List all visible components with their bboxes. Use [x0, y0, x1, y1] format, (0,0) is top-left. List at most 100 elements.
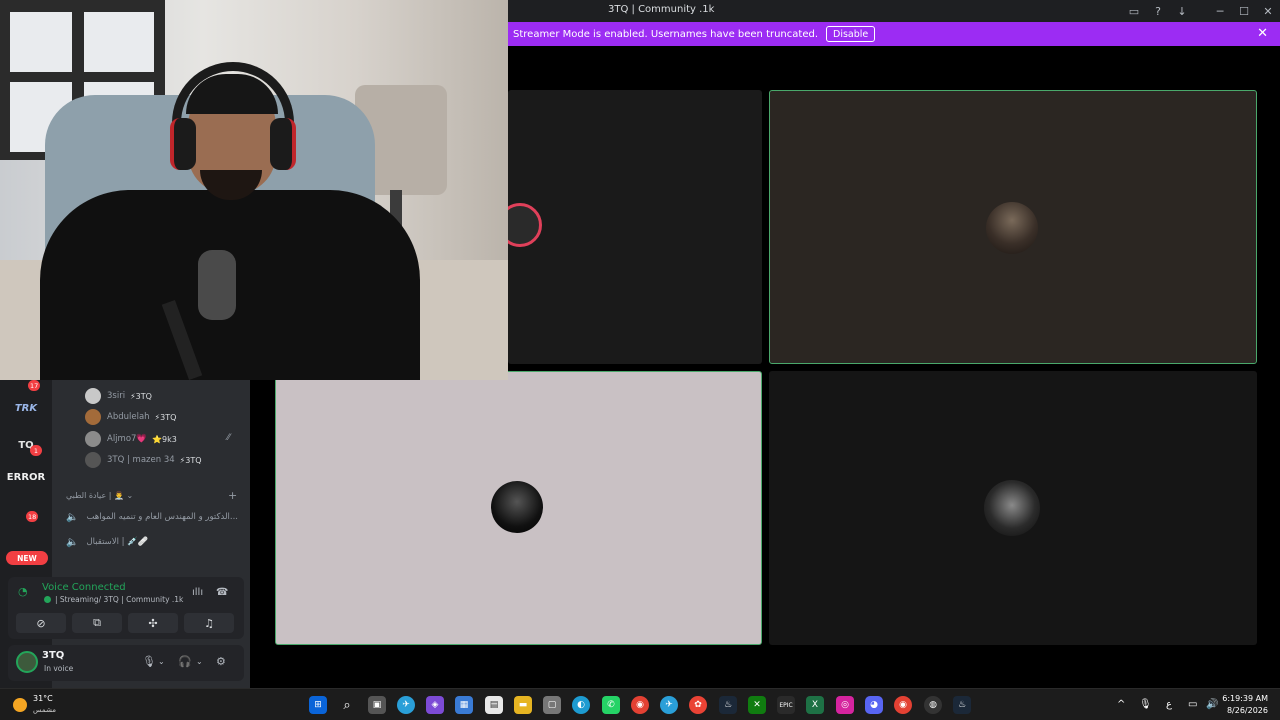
webcam-microphone — [198, 250, 236, 320]
weather-condition: مشمس — [33, 706, 56, 714]
voice-member[interactable]: Abdulelah ⚡3TQ — [85, 409, 176, 425]
camera-off-button[interactable]: ⊘ — [16, 613, 66, 633]
title-bar: 3TQ | Community .1k ▭ ? ↓ ─ ☐ ✕ — [508, 0, 1280, 22]
tray-chevron-up-icon[interactable]: ^ — [1117, 699, 1125, 710]
activities-button[interactable]: ✣ — [128, 613, 178, 633]
maximize-icon[interactable]: ☐ — [1232, 0, 1256, 22]
guild-item-trk[interactable]: TRK — [6, 396, 46, 420]
clock-time: 6:19:39 AM — [1222, 694, 1268, 703]
stream-tile-2[interactable] — [769, 90, 1257, 364]
discord-icon[interactable]: ◕ — [865, 696, 883, 714]
new-badge[interactable]: NEW — [6, 551, 48, 565]
headphones-icon[interactable]: 🎧 — [178, 655, 192, 668]
inbox-icon[interactable]: ▭ — [1122, 0, 1146, 22]
avatar — [85, 388, 101, 404]
gear-icon[interactable]: ⚙ — [216, 655, 226, 668]
chevron-down-icon: ⌄ — [126, 491, 134, 500]
task-view-icon[interactable]: ▣ — [368, 696, 386, 714]
steam-icon[interactable]: ♨ — [719, 696, 737, 714]
avatar — [85, 431, 101, 447]
voice-member[interactable]: 3TQ | mazen 34 ⚡3TQ — [85, 452, 202, 468]
document-icon[interactable]: ▤ — [485, 696, 503, 714]
xbox-icon[interactable]: ✕ — [748, 696, 766, 714]
voice-member[interactable]: 3siri ⚡3TQ — [85, 388, 152, 404]
member-name: Abdulelah — [107, 412, 150, 422]
volume-icon[interactable]: 🔊 — [1206, 699, 1218, 710]
start-icon[interactable]: ⊞ — [309, 696, 327, 714]
channel-label: الدكتور و المهندس العام و تنميه المواهب.… — [86, 512, 239, 522]
share-screen-button[interactable]: ⧉ — [72, 613, 122, 633]
guild-badge: 17 — [28, 380, 41, 391]
help-icon[interactable]: ? — [1146, 0, 1170, 22]
guild-item-error[interactable]: ERROR — [6, 465, 46, 489]
user-name[interactable]: 3TQ — [42, 650, 64, 661]
deafened-icon: ⁄⁄ — [227, 433, 231, 443]
add-channel-icon[interactable]: + — [228, 489, 237, 502]
member-tag: ⚡3TQ — [154, 412, 177, 422]
member-name: Aljmo7💗 — [107, 434, 148, 444]
chevron-down-icon[interactable]: ⌄ — [158, 657, 165, 666]
close-icon[interactable]: ✕ — [1256, 0, 1280, 22]
channel-category[interactable]: عيادة الطبي | 👨‍⚕️ ⌄ — [66, 491, 133, 500]
file-explorer-icon[interactable]: ▬ — [514, 696, 532, 714]
participant-avatar — [491, 481, 543, 533]
webcam-window-pane — [10, 12, 72, 72]
user-status: In voice — [44, 664, 74, 673]
voice-channel-1[interactable]: 🔈 الدكتور و المهندس العام و تنميه المواه… — [66, 509, 238, 525]
instagram-icon[interactable]: ◎ — [836, 696, 854, 714]
voice-member[interactable]: Aljmo7💗 ⭐9k3 — [85, 431, 177, 447]
voice-connected-subtitle[interactable]: | Streaming/ 3TQ | Community .1k — [44, 595, 183, 604]
guild-badge: 1 — [30, 445, 42, 456]
disconnect-icon[interactable]: ☎ — [216, 587, 228, 598]
microphone-tray-icon[interactable]: 🎙 — [1139, 699, 1152, 710]
member-name: 3TQ | mazen 34 — [107, 455, 175, 465]
weather-sun-icon[interactable] — [13, 698, 27, 712]
minimize-icon[interactable]: ─ — [1208, 0, 1232, 22]
excel-icon[interactable]: X — [806, 696, 824, 714]
webcam-window-pane — [84, 12, 154, 72]
avatar — [85, 452, 101, 468]
signal-icon[interactable]: ◔ — [18, 585, 28, 598]
obs-icon[interactable]: ◍ — [924, 696, 942, 714]
microphone-icon[interactable]: 🎙 — [142, 655, 156, 668]
chrome-icon[interactable]: ◉ — [894, 696, 912, 714]
epic-games-icon[interactable]: EPIC — [777, 696, 795, 714]
voice-connected-title[interactable]: Voice Connected — [42, 582, 126, 593]
disable-streamer-mode-button[interactable]: Disable — [826, 26, 876, 42]
window-controls: ▭ ? ↓ ─ ☐ ✕ — [1122, 0, 1280, 22]
chevron-down-icon[interactable]: ⌄ — [196, 657, 203, 666]
photos-icon[interactable]: ✿ — [689, 696, 707, 714]
webcam-headphones-right — [270, 118, 296, 170]
avatar — [85, 409, 101, 425]
banner-close-icon[interactable]: ✕ — [1257, 26, 1268, 41]
member-tag: ⭐9k3 — [152, 434, 177, 444]
download-icon[interactable]: ↓ — [1170, 0, 1194, 22]
member-tag: ⚡3TQ — [130, 391, 152, 401]
telegram-icon[interactable]: ✈ — [660, 696, 678, 714]
chrome-icon[interactable]: ◉ — [631, 696, 649, 714]
whatsapp-icon[interactable]: ✆ — [602, 696, 620, 714]
speaker-icon: 🔈 — [66, 536, 79, 548]
steam-icon[interactable]: ♨ — [953, 696, 971, 714]
stream-tile-4[interactable] — [769, 371, 1257, 645]
avatar[interactable] — [16, 651, 38, 673]
widgets-icon[interactable]: ◈ — [426, 696, 444, 714]
clock[interactable]: 6:19:39 AM 8/26/2026 — [1222, 693, 1268, 717]
input-language[interactable]: ع — [1166, 699, 1172, 710]
store-icon[interactable]: ▦ — [455, 696, 473, 714]
member-tag: ⚡3TQ — [179, 455, 202, 465]
telegram-icon[interactable]: ✈ — [397, 696, 415, 714]
soundboard-button[interactable]: ♫ — [184, 613, 234, 633]
webcam-overlay — [0, 0, 508, 380]
speaker-icon: 🔈 — [66, 511, 79, 523]
stream-tile-1[interactable] — [498, 90, 762, 364]
weather-temp[interactable]: 31°C — [33, 694, 53, 703]
voice-channel-2[interactable]: 🔈 الاستقبال | 💉🩹 — [66, 534, 148, 550]
stream-tile-3[interactable] — [275, 371, 762, 645]
noise-suppression-icon[interactable]: ıllı — [192, 587, 203, 598]
search-icon[interactable]: ⌕ — [338, 696, 356, 714]
app-icon[interactable]: ▢ — [543, 696, 561, 714]
network-icon[interactable]: ▭ — [1188, 699, 1197, 710]
edge-icon[interactable]: ◐ — [572, 696, 590, 714]
